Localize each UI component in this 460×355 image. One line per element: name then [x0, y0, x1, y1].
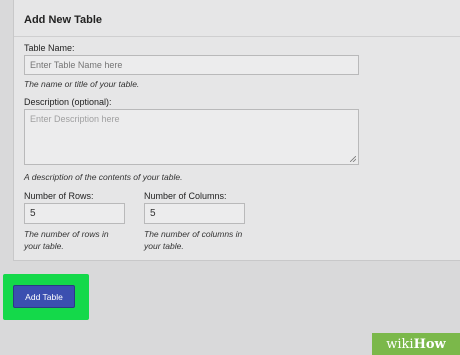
- table-name-label: Table Name:: [24, 43, 75, 53]
- add-table-panel: Add New Table Table Name: The name or ti…: [13, 0, 460, 261]
- description-textarea[interactable]: Enter Description here: [24, 109, 359, 165]
- watermark-part2: How: [413, 336, 446, 352]
- add-table-button[interactable]: Add Table: [13, 285, 75, 308]
- panel-header: Add New Table: [14, 0, 460, 37]
- columns-label: Number of Columns:: [144, 191, 227, 201]
- columns-input[interactable]: 5: [144, 203, 245, 224]
- rows-value: 5: [30, 208, 36, 219]
- wikihow-watermark: wiki How: [372, 333, 460, 355]
- description-label: Description (optional):: [24, 97, 112, 107]
- rows-help-line1: The number of rows in: [24, 229, 109, 239]
- rows-label: Number of Rows:: [24, 191, 94, 201]
- columns-help-line1: The number of columns in: [144, 229, 243, 239]
- columns-help-line2: your table.: [144, 241, 184, 251]
- description-help: A description of the contents of your ta…: [24, 172, 183, 182]
- rows-help-line2: your table.: [24, 241, 64, 251]
- watermark-part1: wiki: [386, 336, 414, 352]
- resize-grip-icon[interactable]: [350, 156, 356, 162]
- table-name-help: The name or title of your table.: [24, 79, 140, 89]
- description-placeholder: Enter Description here: [30, 114, 120, 124]
- table-name-input[interactable]: [24, 55, 359, 75]
- columns-value: 5: [150, 208, 156, 219]
- rows-input[interactable]: 5: [24, 203, 125, 224]
- panel-title: Add New Table: [24, 14, 103, 26]
